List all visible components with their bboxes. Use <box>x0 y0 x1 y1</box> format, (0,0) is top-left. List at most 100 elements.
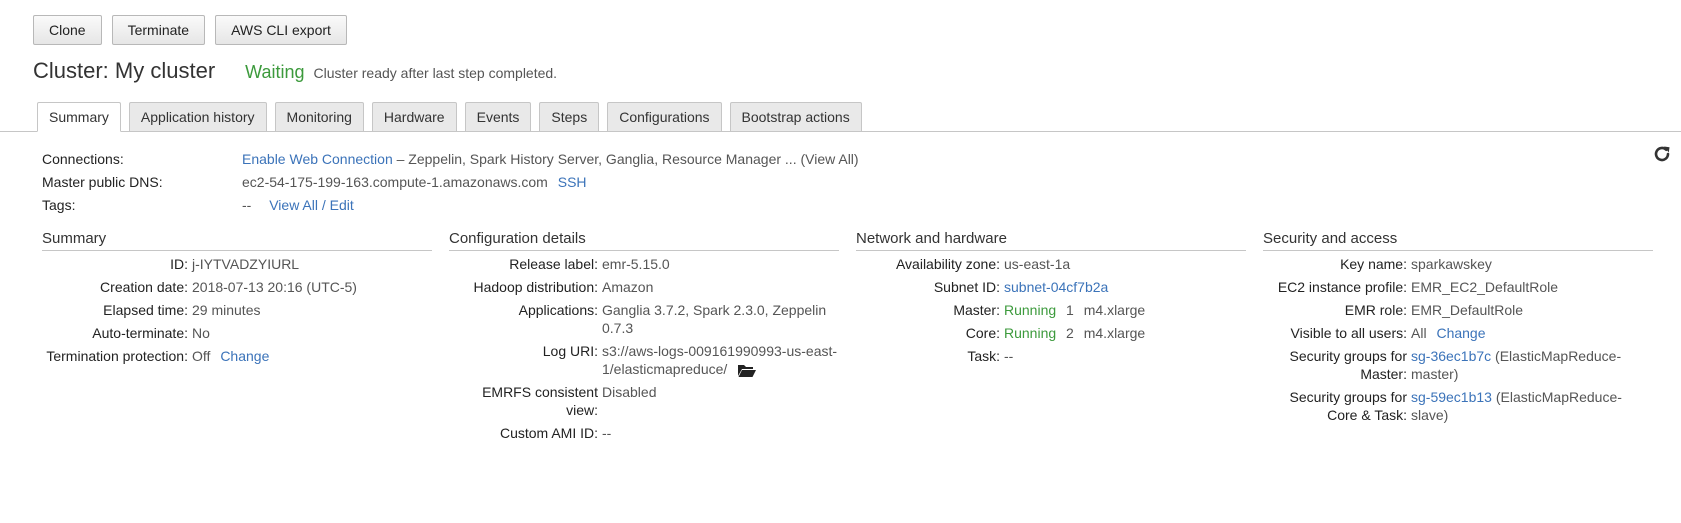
elapsed-time-label: Elapsed time: <box>103 302 188 318</box>
visible-to-all-value: All <box>1411 325 1427 341</box>
master-dns-label: Master public DNS: <box>42 174 163 190</box>
ec2-profile-label: EC2 instance profile: <box>1277 279 1407 295</box>
core-row: Core: Running 2 m4.xlarge <box>856 324 1246 342</box>
key-name: sparkawskey <box>1411 256 1492 272</box>
tab-configurations[interactable]: Configurations <box>607 102 722 132</box>
hadoop-distribution-row: Hadoop distribution: Amazon <box>449 278 839 296</box>
network-title: Network and hardware <box>856 230 1246 251</box>
summary-title: Summary <box>42 230 432 251</box>
master-instance-type: m4.xlarge <box>1083 302 1146 318</box>
subnet-row: Subnet ID: subnet-04cf7b2a <box>856 278 1246 296</box>
applications: Ganglia 3.7.2, Spark 2.3.0, Zeppelin 0.7… <box>602 302 827 336</box>
release-label-value: emr-5.15.0 <box>602 256 670 272</box>
log-uri: s3://aws-logs-009161990993-us-east-1/ela… <box>602 343 838 377</box>
configuration-section: Configuration details Release label: emr… <box>449 230 839 447</box>
availability-zone: us-east-1a <box>1004 256 1071 272</box>
folder-open-icon[interactable] <box>737 363 757 378</box>
emrfs-label: EMRFS consistent view: <box>482 384 598 418</box>
subnet-link[interactable]: subnet-04cf7b2a <box>1004 279 1108 295</box>
ec2-profile-row: EC2 instance profile: EMR_EC2_DefaultRol… <box>1263 278 1653 296</box>
auto-terminate: No <box>192 325 210 341</box>
view-all-link[interactable]: (View All) <box>800 151 858 167</box>
elapsed-time: 29 minutes <box>192 302 261 318</box>
auto-terminate-row: Auto-terminate: No <box>42 324 432 342</box>
custom-ami-value: -- <box>602 425 612 441</box>
emrfs-row: EMRFS consistent view: Disabled <box>449 383 839 419</box>
tab-monitoring[interactable]: Monitoring <box>274 102 364 132</box>
key-name-row: Key name: sparkawskey <box>1263 255 1653 273</box>
id-row: ID: j-IYTVADZYIURL <box>42 255 432 273</box>
log-uri-label: Log URI: <box>542 343 598 359</box>
emr-role-row: EMR role: EMR_DefaultRole <box>1263 301 1653 319</box>
master-dns-value: ec2-54-175-199-163.compute-1.amazonaws.c… <box>242 174 548 190</box>
connections-row: Connections: Enable Web Connection – Zep… <box>42 149 859 172</box>
connection-info: Connections: Enable Web Connection – Zep… <box>42 149 859 218</box>
visible-to-all-row: Visible to all users: All Change <box>1263 324 1653 342</box>
sg-master-label: Security groups for Master: <box>1289 348 1408 382</box>
core-instance-type: m4.xlarge <box>1083 325 1146 341</box>
configuration-title: Configuration details <box>449 230 839 251</box>
applications-label: Applications: <box>518 302 598 318</box>
creation-date-row: Creation date: 2018-07-13 20:16 (UTC-5) <box>42 278 432 296</box>
termination-protection-row: Termination protection: Off Change <box>42 347 432 365</box>
termination-protection-change-link[interactable]: Change <box>220 348 269 364</box>
release-label-label: Release label: <box>509 256 598 272</box>
summary-section: Summary ID: j-IYTVADZYIURL Creation date… <box>42 230 432 370</box>
termination-protection-value: Off <box>192 348 211 364</box>
availability-zone-label: Availability zone: <box>895 256 1000 272</box>
tags-edit-link[interactable]: View All / Edit <box>269 197 354 213</box>
custom-ami-row: Custom AMI ID: -- <box>449 424 839 442</box>
id-label: ID: <box>170 256 188 272</box>
core-count: 2 <box>1066 325 1074 341</box>
hadoop-distribution: Amazon <box>602 279 654 295</box>
tags-value: -- <box>242 197 252 213</box>
creation-date-label: Creation date: <box>100 279 188 295</box>
core-label: Core: <box>965 325 1000 341</box>
page-title: Cluster: My cluster <box>33 58 216 83</box>
master-status: Running <box>1004 302 1057 318</box>
visible-to-all-change-link[interactable]: Change <box>1436 325 1485 341</box>
connections-label: Connections: <box>42 151 124 167</box>
network-section: Network and hardware Availability zone: … <box>856 230 1246 370</box>
sg-core-row: Security groups for Core & Task: sg-59ec… <box>1263 388 1653 424</box>
release-label-row: Release label: emr-5.15.0 <box>449 255 839 273</box>
security-title: Security and access <box>1263 230 1653 251</box>
refresh-icon[interactable] <box>1652 144 1672 164</box>
aws-cli-export-button[interactable]: AWS CLI export <box>215 15 347 45</box>
cluster-state-message: Cluster ready after last step completed. <box>313 65 558 81</box>
creation-date: 2018-07-13 20:16 (UTC-5) <box>192 279 357 295</box>
subnet-label: Subnet ID: <box>933 279 1000 295</box>
terminate-button[interactable]: Terminate <box>111 15 206 45</box>
cluster-state: Waiting <box>245 62 305 82</box>
tab-summary[interactable]: Summary <box>37 102 121 132</box>
connections-services: – Zeppelin, Spark History Server, Gangli… <box>392 151 801 167</box>
tab-application-history[interactable]: Application history <box>128 102 267 132</box>
termination-protection-label: Termination protection: <box>46 348 188 364</box>
tags-label: Tags: <box>42 197 76 213</box>
task-row: Task: -- <box>856 347 1246 365</box>
clone-button[interactable]: Clone <box>33 15 102 45</box>
tab-steps[interactable]: Steps <box>539 102 600 132</box>
ec2-profile: EMR_EC2_DefaultRole <box>1411 279 1559 295</box>
cluster-id: j-IYTVADZYIURL <box>192 256 300 272</box>
custom-ami-label: Custom AMI ID: <box>499 425 598 441</box>
master-row: Master: Running 1 m4.xlarge <box>856 301 1246 319</box>
sg-master-row: Security groups for Master: sg-36ec1b7c … <box>1263 347 1653 383</box>
emrfs-value: Disabled <box>602 384 657 400</box>
sg-core-link[interactable]: sg-59ec1b13 <box>1411 389 1492 405</box>
tab-hardware[interactable]: Hardware <box>371 102 457 132</box>
toolbar: Clone Terminate AWS CLI export <box>33 15 347 45</box>
enable-web-connection-link[interactable]: Enable Web Connection <box>242 151 393 167</box>
key-name-label: Key name: <box>1340 256 1407 272</box>
tab-bootstrap-actions[interactable]: Bootstrap actions <box>729 102 862 132</box>
sg-master-link[interactable]: sg-36ec1b7c <box>1411 348 1491 364</box>
master-label: Master: <box>953 302 1000 318</box>
visible-to-all-label: Visible to all users: <box>1290 325 1407 341</box>
applications-row: Applications: Ganglia 3.7.2, Spark 2.3.0… <box>449 301 839 337</box>
log-uri-row: Log URI: s3://aws-logs-009161990993-us-e… <box>449 342 839 378</box>
emr-role-label: EMR role: <box>1344 302 1407 318</box>
tab-events[interactable]: Events <box>464 102 532 132</box>
tab-bar: Summary Application history Monitoring H… <box>0 102 1681 132</box>
ssh-link[interactable]: SSH <box>558 174 587 190</box>
emr-role: EMR_DefaultRole <box>1411 302 1524 318</box>
